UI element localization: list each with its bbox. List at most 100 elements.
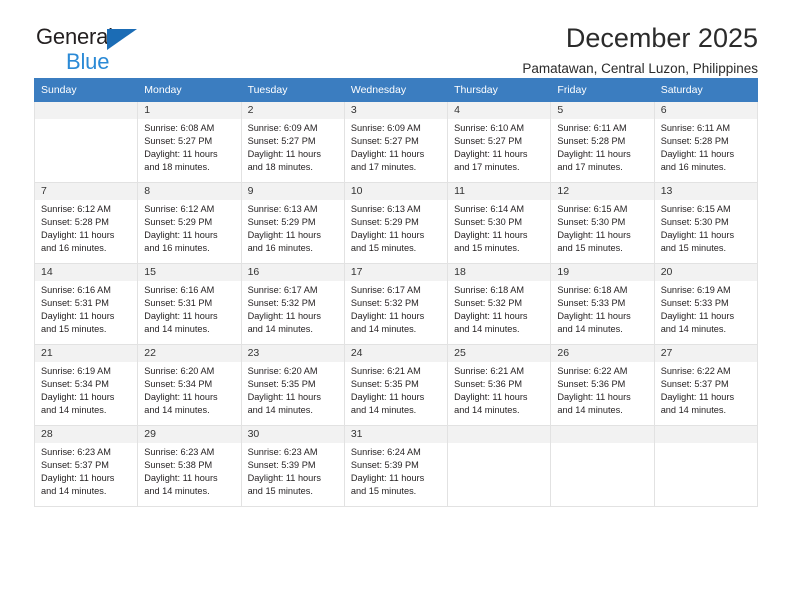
daylight-text-line2: and 14 minutes. <box>454 324 520 335</box>
day-details: Sunrise: 6:12 AM Sunset: 5:28 PM Daylight:… <box>35 200 137 255</box>
daylight-text-line1: Daylight: 11 hours <box>144 230 218 241</box>
day-details: Sunrise: 6:15 AM Sunset: 5:30 PM Daylight:… <box>551 200 653 255</box>
calendar-day-cell-inner: 19 Sunrise: 6:18 AM Sunset: 5:33 PM Dayligh… <box>551 264 654 344</box>
calendar-day-cell[interactable]: 17 Sunrise: 6:17 AM Sunset: 5:32 PM Dayligh… <box>343 263 449 345</box>
daylight-text-line2: and 14 minutes. <box>144 405 210 416</box>
calendar-day-cell-inner: 18 Sunrise: 6:18 AM Sunset: 5:32 PM Dayligh… <box>448 264 551 344</box>
calendar-day-cell[interactable]: 21 Sunrise: 6:19 AM Sunset: 5:34 PM Dayligh… <box>33 344 139 426</box>
calendar-day-cell[interactable]: 19 Sunrise: 6:18 AM Sunset: 5:33 PM Dayligh… <box>550 263 655 345</box>
daylight-text-line2: and 14 minutes. <box>454 405 520 416</box>
daylight-text-line1: Daylight: 11 hours <box>350 311 425 322</box>
calendar-day-cell[interactable]: 14 Sunrise: 6:16 AM Sunset: 5:31 PM Dayligh… <box>33 263 139 345</box>
daylight-text-line2: and 14 minutes. <box>557 405 623 416</box>
calendar-day-cell[interactable]: 20 Sunrise: 6:19 AM Sunset: 5:33 PM Dayligh… <box>653 263 759 345</box>
calendar-day-cell[interactable]: 4 Sunrise: 6:10 AM Sunset: 5:27 PM Daylight… <box>447 101 552 183</box>
day-number: 10 <box>344 183 448 200</box>
day-number: 26 <box>551 345 654 362</box>
daylight-text-line2: and 16 minutes. <box>144 243 210 254</box>
calendar-day-cell[interactable]: 27 Sunrise: 6:22 AM Sunset: 5:37 PM Dayligh… <box>653 344 759 426</box>
day-number: 2 <box>241 102 344 119</box>
daylight-text-line2: and 14 minutes. <box>41 486 107 497</box>
sunset-text: Sunset: 5:29 PM <box>350 217 419 228</box>
sunset-text: Sunset: 5:28 PM <box>41 217 109 228</box>
daylight-text-line1: Daylight: 11 hours <box>660 392 735 403</box>
sunset-text: Sunset: 5:27 PM <box>454 136 523 147</box>
calendar-day-cell[interactable]: 3 Sunrise: 6:09 AM Sunset: 5:27 PM Daylight… <box>343 101 449 183</box>
calendar-day-cell[interactable]: 30 Sunrise: 6:23 AM Sunset: 5:39 PM Dayligh… <box>240 425 345 507</box>
daylight-text-line2: and 15 minutes. <box>247 486 313 497</box>
calendar-day-cell-inner: 4 Sunrise: 6:10 AM Sunset: 5:27 PM Daylight… <box>448 102 551 182</box>
calendar-day-cell[interactable]: 24 Sunrise: 6:21 AM Sunset: 5:35 PM Dayligh… <box>343 344 449 426</box>
calendar-day-cell[interactable]: 12 Sunrise: 6:15 AM Sunset: 5:30 PM Dayligh… <box>550 182 655 264</box>
day-number: 12 <box>551 183 654 200</box>
daylight-text-line1: Daylight: 11 hours <box>41 473 115 484</box>
sunset-text: Sunset: 5:39 PM <box>247 460 316 471</box>
calendar-day-cell[interactable]: 22 Sunrise: 6:20 AM Sunset: 5:34 PM Dayligh… <box>137 344 242 426</box>
calendar-day-cell[interactable]: 10 Sunrise: 6:13 AM Sunset: 5:29 PM Dayligh… <box>343 182 449 264</box>
calendar-day-cell[interactable]: 28 Sunrise: 6:23 AM Sunset: 5:37 PM Dayligh… <box>33 425 139 507</box>
daylight-text-line1: Daylight: 11 hours <box>41 311 115 322</box>
daylight-text-line1: Daylight: 11 hours <box>41 230 115 241</box>
day-number: 18 <box>448 264 551 281</box>
day-details: Sunrise: 6:22 AM Sunset: 5:36 PM Daylight:… <box>551 362 653 417</box>
day-details: Sunrise: 6:11 AM Sunset: 5:28 PM Daylight:… <box>551 119 653 174</box>
sunset-text: Sunset: 5:34 PM <box>41 379 109 390</box>
calendar-day-cell-inner <box>448 426 551 506</box>
daylight-text-line1: Daylight: 11 hours <box>454 149 528 160</box>
calendar-day-cell[interactable]: 31 Sunrise: 6:24 AM Sunset: 5:39 PM Dayligh… <box>343 425 449 507</box>
day-number <box>551 426 654 443</box>
sunrise-text: Sunrise: 6:09 AM <box>350 123 421 133</box>
day-number: 21 <box>35 345 138 362</box>
daylight-text-line1: Daylight: 11 hours <box>350 149 425 160</box>
calendar-day-cell[interactable]: 7 Sunrise: 6:12 AM Sunset: 5:28 PM Daylight… <box>33 182 139 264</box>
calendar-day-cell[interactable]: 13 Sunrise: 6:15 AM Sunset: 5:30 PM Dayligh… <box>653 182 759 264</box>
sunset-text: Sunset: 5:33 PM <box>660 298 729 309</box>
calendar-day-cell[interactable]: 29 Sunrise: 6:23 AM Sunset: 5:38 PM Dayligh… <box>137 425 242 507</box>
daylight-text-line2: and 18 minutes. <box>144 162 210 173</box>
calendar-day-cell-inner: 13 Sunrise: 6:15 AM Sunset: 5:30 PM Dayligh… <box>654 183 757 263</box>
daylight-text-line1: Daylight: 11 hours <box>144 149 218 160</box>
calendar-day-cell[interactable]: 15 Sunrise: 6:16 AM Sunset: 5:31 PM Dayligh… <box>137 263 242 345</box>
calendar-day-cell-inner: 6 Sunrise: 6:11 AM Sunset: 5:28 PM Daylight… <box>654 102 757 182</box>
sunset-text: Sunset: 5:31 PM <box>144 298 213 309</box>
calendar-day-cell[interactable]: 26 Sunrise: 6:22 AM Sunset: 5:36 PM Dayligh… <box>550 344 655 426</box>
day-number <box>654 426 757 443</box>
calendar-day-cell-inner: 16 Sunrise: 6:17 AM Sunset: 5:32 PM Dayligh… <box>241 264 344 344</box>
calendar-day-cell[interactable]: 16 Sunrise: 6:17 AM Sunset: 5:32 PM Dayligh… <box>240 263 345 345</box>
daylight-text-line2: and 15 minutes. <box>660 243 727 254</box>
calendar-day-cell[interactable]: 11 Sunrise: 6:14 AM Sunset: 5:30 PM Dayligh… <box>447 182 552 264</box>
sunrise-text: Sunrise: 6:16 AM <box>144 285 215 295</box>
sunset-text: Sunset: 5:29 PM <box>144 217 213 228</box>
calendar-day-cell[interactable]: 1 Sunrise: 6:08 AM Sunset: 5:27 PM Daylight… <box>137 101 242 183</box>
calendar-day-cell[interactable]: 8 Sunrise: 6:12 AM Sunset: 5:29 PM Daylight… <box>137 182 242 264</box>
calendar-week-row: 28 Sunrise: 6:23 AM Sunset: 5:37 PM Dayligh… <box>33 425 759 507</box>
calendar-day-cell[interactable]: 6 Sunrise: 6:11 AM Sunset: 5:28 PM Daylight… <box>653 101 759 183</box>
calendar-day-cell-inner: 25 Sunrise: 6:21 AM Sunset: 5:36 PM Dayligh… <box>448 345 551 425</box>
sunrise-text: Sunrise: 6:19 AM <box>41 366 111 376</box>
calendar-day-cell[interactable]: 2 Sunrise: 6:09 AM Sunset: 5:27 PM Daylight… <box>240 101 345 183</box>
calendar-day-cell[interactable]: 25 Sunrise: 6:21 AM Sunset: 5:36 PM Dayligh… <box>447 344 552 426</box>
day-number: 19 <box>551 264 654 281</box>
sunset-text: Sunset: 5:37 PM <box>41 460 109 471</box>
calendar-day-cell[interactable]: 5 Sunrise: 6:11 AM Sunset: 5:28 PM Daylight… <box>550 101 655 183</box>
daylight-text-line1: Daylight: 11 hours <box>350 392 425 403</box>
sunrise-text: Sunrise: 6:11 AM <box>557 123 627 133</box>
daylight-text-line1: Daylight: 11 hours <box>41 392 115 403</box>
logo-triangle-icon <box>107 29 137 50</box>
day-details: Sunrise: 6:17 AM Sunset: 5:32 PM Daylight:… <box>345 281 447 336</box>
calendar-day-cell[interactable]: 18 Sunrise: 6:18 AM Sunset: 5:32 PM Dayligh… <box>447 263 552 345</box>
calendar-day-cell-inner: 26 Sunrise: 6:22 AM Sunset: 5:36 PM Dayligh… <box>551 345 654 425</box>
day-number: 5 <box>551 102 654 119</box>
day-number: 24 <box>344 345 448 362</box>
daylight-text-line2: and 17 minutes. <box>350 162 417 173</box>
daylight-text-line1: Daylight: 11 hours <box>660 230 735 241</box>
sunrise-text: Sunrise: 6:22 AM <box>660 366 731 376</box>
sunrise-text: Sunrise: 6:24 AM <box>350 447 421 457</box>
calendar-day-cell[interactable]: 9 Sunrise: 6:13 AM Sunset: 5:29 PM Daylight… <box>240 182 345 264</box>
calendar-day-cell-inner: 17 Sunrise: 6:17 AM Sunset: 5:32 PM Dayligh… <box>344 264 448 344</box>
calendar-day-cell-inner: 20 Sunrise: 6:19 AM Sunset: 5:33 PM Dayligh… <box>654 264 757 344</box>
calendar-day-cell-inner <box>35 102 138 182</box>
day-details: Sunrise: 6:21 AM Sunset: 5:35 PM Daylight:… <box>345 362 447 417</box>
sunrise-text: Sunrise: 6:15 AM <box>557 204 628 214</box>
calendar-day-cell[interactable]: 23 Sunrise: 6:20 AM Sunset: 5:35 PM Dayligh… <box>240 344 345 426</box>
